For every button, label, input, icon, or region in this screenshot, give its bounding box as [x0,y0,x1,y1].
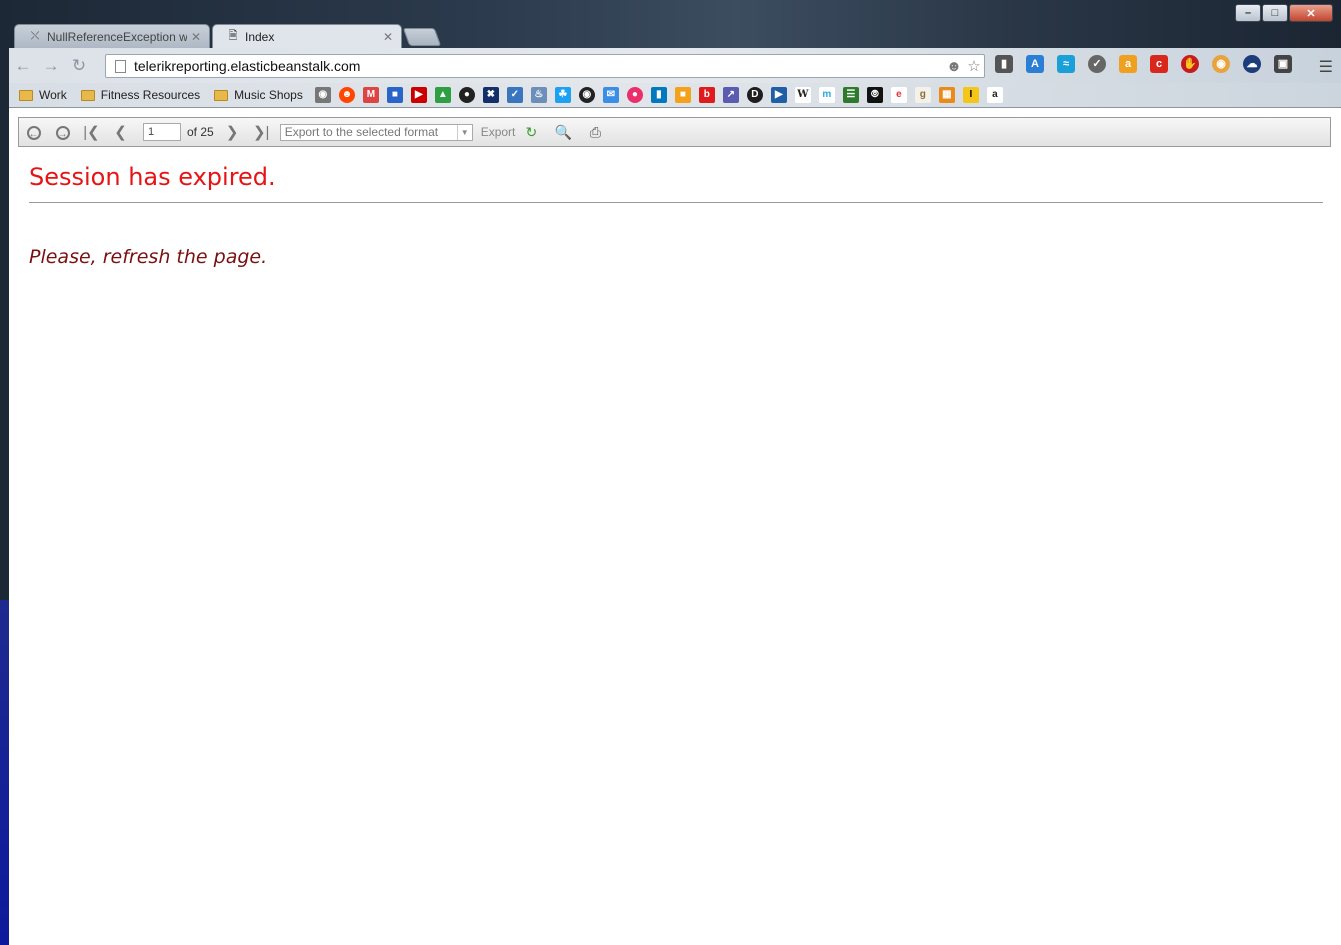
refresh-message: Please, refresh the page. [29,246,268,268]
bookmark-chat-icon[interactable]: ✉ [602,87,619,103]
tab-strip: ⤬ NullReferenceException wh ✕ 🗎 Index ✕ [12,24,912,48]
bookmark-box-icon[interactable]: ■ [674,87,691,103]
bookmark-cup-icon[interactable]: ♨ [530,87,547,103]
bookmark-imdb-icon[interactable]: I [962,87,979,103]
chrome-menu-icon[interactable]: ☰ [1319,57,1333,77]
bookmark-check-icon[interactable]: ✓ [506,87,523,103]
bookmark-youtube-icon[interactable]: ▶ [410,87,427,103]
close-tab-icon[interactable]: ✕ [191,30,201,44]
chevron-down-icon: ▼ [456,124,472,140]
tab-nullreferenceexception[interactable]: ⤬ NullReferenceException wh ✕ [14,24,210,48]
bookmark-folder-label: Music Shops [234,88,303,102]
page-total-label: of 25 [187,125,214,139]
cloud-extension-icon[interactable]: ☁ [1243,55,1261,73]
bookmark-app-icon[interactable]: ■ [386,87,403,103]
bookmark-flickr-icon[interactable]: ● [626,87,643,103]
url-text[interactable]: telerikreporting.elasticbeanstalk.com [134,58,944,74]
bookmark-trello-icon[interactable]: ▮ [650,87,667,103]
maximize-button[interactable]: □ [1262,4,1288,22]
bookmark-ebay-icon[interactable]: e [890,87,907,103]
translate-extension-icon[interactable]: A [1026,55,1044,73]
bookmark-xbox-icon[interactable]: ✖ [482,87,499,103]
bookmark-robot-icon[interactable]: ◉ [314,87,331,103]
minimize-button[interactable]: – [1235,4,1261,22]
tab-title: NullReferenceException wh [47,29,187,44]
print-preview-icon[interactable]: 🔍 [547,124,579,141]
divider [29,202,1323,203]
address-bar[interactable]: telerikreporting.elasticbeanstalk.com ☻ … [105,54,985,78]
bookmark-folder-music[interactable]: Music Shops [214,88,303,102]
bookmark-disc-icon[interactable]: D [746,87,763,103]
last-page-icon[interactable]: ❯| [247,123,276,141]
print-icon[interactable]: ⎙ [579,124,611,141]
bookmark-wikipedia-icon[interactable]: W [794,87,811,103]
bookmarks-bar: Work Fitness Resources Music Shops ◉ ☻ M… [9,83,1341,107]
page-icon [115,59,126,73]
bookmark-bb-icon[interactable]: b [698,87,715,103]
bookmark-drive-icon[interactable]: ▲ [434,87,451,103]
checkmark-extension-icon[interactable]: ✓ [1088,55,1106,73]
folder-icon [214,89,229,101]
export-button[interactable]: Export [481,125,516,139]
folder-icon [19,89,33,101]
bookmark-folder-label: Work [39,88,67,102]
wave-extension-icon[interactable]: ≈ [1057,55,1075,73]
bookmark-runner-icon[interactable]: ▶ [770,87,787,103]
extension-icons: ▮ A ≈ ✓ a c ✋ ◉ ☁ ▣ [995,55,1305,73]
tab-title: Index [245,29,275,44]
export-format-placeholder: Export to the selected format [284,125,439,139]
bookmark-stripes-icon[interactable]: ☰ [842,87,859,103]
first-page-icon[interactable]: |❮ [77,123,106,141]
window-controls: – □ ✕ [1234,4,1333,22]
session-expired-title: Session has expired. [29,163,276,191]
evernote-extension-icon[interactable]: ▣ [1274,55,1292,73]
export-format-select[interactable]: Export to the selected format ▼ [279,123,473,141]
close-tab-icon[interactable]: ✕ [383,30,393,44]
next-page-icon[interactable]: ❯ [218,123,247,141]
bookmark-chart-icon[interactable]: ▦ [938,87,955,103]
trello-extension-icon[interactable]: ▮ [995,55,1013,73]
forward-circle-icon[interactable]: → [48,124,77,141]
close-window-button[interactable]: ✕ [1289,4,1333,22]
clip-extension-icon[interactable]: c [1150,55,1168,73]
reload-icon[interactable]: ↻ [65,56,93,76]
adblock-extension-icon[interactable]: ✋ [1181,55,1199,73]
bookmark-folder-label: Fitness Resources [100,88,201,102]
bookmark-amazon-icon[interactable]: a [986,87,1003,103]
bookmark-star-icon[interactable]: ☆ [964,57,984,75]
page-number-input[interactable] [143,123,181,141]
page-content: ← → |❮ ❮ of 25 ❯ ❯| Export to the select… [9,107,1341,945]
bookmark-reddit-icon[interactable]: ☻ [338,87,355,103]
bookmark-folder-fitness[interactable]: Fitness Resources [80,88,201,102]
bookmark-m-icon[interactable]: m [818,87,835,103]
new-tab-button[interactable] [402,28,442,46]
folder-icon [80,89,95,101]
document-icon: 🗎 [228,30,238,42]
bookmark-pandora-icon[interactable]: ● [458,87,475,103]
stackoverflow-icon: ⤬ [30,30,40,42]
desktop-background-strip [0,600,9,945]
browser-toolbar: ← → ↻ telerikreporting.elasticbeanstalk.… [9,48,1341,83]
refresh-icon[interactable]: ↻ [515,124,547,141]
previous-page-icon[interactable]: ❮ [106,123,135,141]
bookmark-goodreads-icon[interactable]: g [914,87,931,103]
bookmark-twitter-icon[interactable]: ☘ [554,87,571,103]
back-circle-icon[interactable]: ← [19,124,48,141]
bookmark-arrow-icon[interactable]: ↗ [722,87,739,103]
report-viewer-toolbar: ← → |❮ ❮ of 25 ❯ ❯| Export to the select… [18,117,1331,147]
back-icon[interactable]: ← [9,56,37,76]
bookmark-gmail-icon[interactable]: M [362,87,379,103]
bookmark-folder-work[interactable]: Work [19,88,67,102]
tab-index[interactable]: 🗎 Index ✕ [212,24,402,48]
amazon-extension-icon[interactable]: a [1119,55,1137,73]
reddit-icon[interactable]: ☻ [944,58,964,75]
cat-extension-icon[interactable]: ◉ [1212,55,1230,73]
bookmark-crunchyroll-icon[interactable]: ⦾ [866,87,883,103]
forward-icon[interactable]: → [37,56,65,76]
bookmark-github-icon[interactable]: ◉ [578,87,595,103]
